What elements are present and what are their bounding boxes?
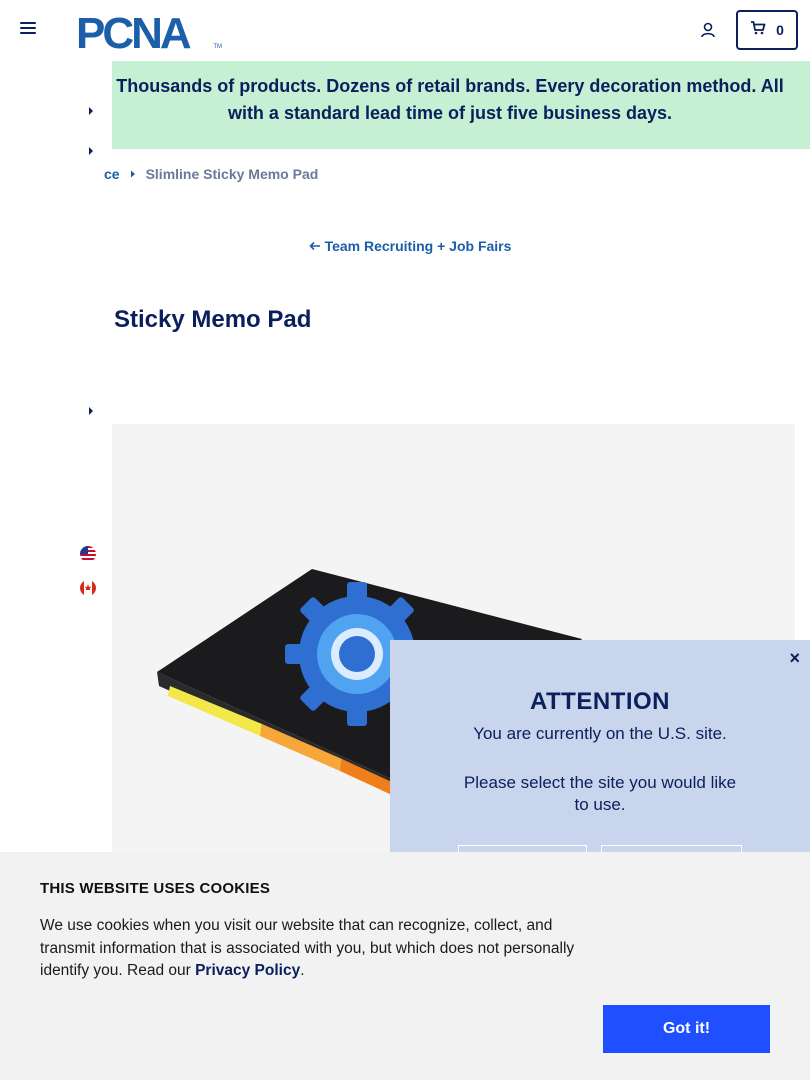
us-flag-icon[interactable]	[80, 546, 96, 562]
logo-graphic: PCNA	[76, 10, 194, 52]
breadcrumb-parent-link[interactable]: ce	[104, 166, 120, 182]
chevron-right-icon[interactable]	[88, 146, 94, 156]
privacy-policy-link[interactable]: Privacy Policy	[195, 962, 300, 979]
cookie-text-body: We use cookies when you visit our websit…	[40, 917, 575, 979]
product-title: Sticky Memo Pad	[114, 306, 312, 333]
account-icon[interactable]	[699, 21, 717, 39]
breadcrumb: ce Slimline Sticky Memo Pad	[104, 166, 318, 182]
logo-text: PCNA	[76, 10, 191, 52]
back-link-label: Team Recruiting + Job Fairs	[324, 238, 512, 254]
chevron-right-icon[interactable]	[88, 106, 94, 116]
accept-cookies-button[interactable]: Got it!	[603, 1005, 770, 1053]
attention-current-site: You are currently on the U.S. site.	[473, 724, 727, 743]
canada-flag-icon[interactable]	[80, 580, 96, 596]
hamburger-icon[interactable]	[20, 22, 36, 36]
cookie-text-end: .	[300, 962, 305, 979]
cart-icon	[750, 20, 766, 40]
site-header: PCNA TM 0	[0, 0, 810, 61]
cart-count: 0	[776, 22, 784, 38]
promo-text: Thousands of products. Dozens of retail …	[116, 76, 784, 123]
cookie-banner: THIS WEBSITE USES COOKIES We use cookies…	[0, 852, 810, 1080]
arrow-left-icon	[308, 238, 321, 254]
pcna-logo[interactable]: PCNA TM	[76, 10, 224, 52]
close-icon[interactable]: ×	[789, 648, 800, 669]
promo-banner: Thousands of products. Dozens of retail …	[0, 61, 810, 149]
attention-title: ATTENTION	[529, 688, 671, 715]
site-selector-modal: × ATTENTION You are currently on the U.S…	[390, 640, 810, 885]
logo-trademark: TM	[213, 44, 222, 50]
chevron-right-icon[interactable]	[88, 406, 94, 416]
back-link[interactable]: Team Recruiting + Job Fairs	[0, 238, 810, 254]
chevron-right-icon	[130, 170, 135, 178]
cookie-title: THIS WEBSITE USES COOKIES	[40, 880, 271, 897]
attention-select-prompt: Please select the site you would like to…	[463, 773, 737, 814]
cart-button[interactable]: 0	[736, 10, 798, 50]
page: PCNA TM 0 Thousands of products. Dozens …	[0, 0, 810, 1080]
cookie-text: We use cookies when you visit our websit…	[40, 915, 600, 983]
breadcrumb-current: Slimline Sticky Memo Pad	[145, 166, 319, 182]
